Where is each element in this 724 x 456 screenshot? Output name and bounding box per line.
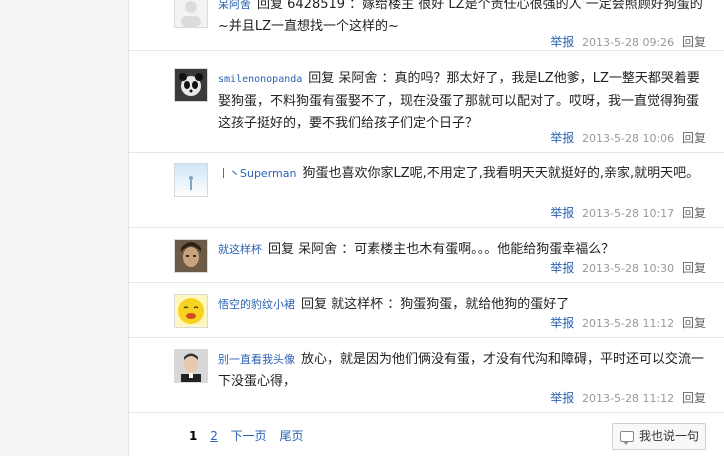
timestamp: 2013-5-28 10:30	[582, 262, 675, 275]
comment-text: 回复 6428519 ：嫁给楼主 很好 LZ是个责任心很强的人 一定会照顾好狗蛋…	[218, 0, 703, 34]
username-link[interactable]: smilenonopanda	[218, 74, 302, 85]
avatar[interactable]	[174, 0, 208, 28]
username-link[interactable]: 就这样杯	[218, 243, 262, 256]
timestamp: 2013-5-28 10:06	[582, 132, 675, 145]
username-link[interactable]: 呆阿舍	[218, 0, 251, 11]
reply-link[interactable]: 回复	[682, 391, 706, 405]
comment-content: 别一直看我头像 放心，就是因为他们俩没有蛋，才没有代沟和障碍，平时还可以交流一下没…	[218, 349, 711, 393]
avatar[interactable]	[174, 349, 208, 383]
avatar[interactable]	[174, 294, 208, 328]
reply-link[interactable]: 回复	[682, 131, 706, 145]
comment-icon	[620, 431, 634, 445]
comment-item: 丨丶Superman 狗蛋也喜欢你家LZ呢,不用定了,我看明天天就挺好的,亲家,就…	[129, 153, 724, 228]
timestamp: 2013-5-28 09:26	[582, 36, 675, 49]
comment-item: 别一直看我头像 放心，就是因为他们俩没有蛋，才没有代沟和障碍，平时还可以交流一下没…	[129, 338, 724, 413]
report-link[interactable]: 举报	[550, 261, 574, 275]
page-2-link[interactable]: 2	[210, 429, 218, 443]
reply-link[interactable]: 回复	[682, 206, 706, 220]
reply-link[interactable]: 回复	[682, 261, 706, 275]
reply-link[interactable]: 回复	[682, 316, 706, 330]
comment-text: 狗蛋也喜欢你家LZ呢,不用定了,我看明天天就挺好的,亲家,就明天吧。	[302, 166, 700, 181]
avatar[interactable]	[174, 163, 208, 197]
comment-meta: 举报 2013-5-28 11:12 回复	[550, 390, 706, 406]
comment-content: 呆阿舍 回复 6428519 ：嫁给楼主 很好 LZ是个责任心很强的人 一定会照顾…	[218, 0, 711, 38]
comment-text: 回复 呆阿舍 ：可素楼主也木有蛋啊。。。他能给狗蛋幸福么？	[268, 242, 615, 257]
page-current: 1	[189, 429, 198, 443]
comment-meta: 举报 2013-5-28 10:06 回复	[550, 130, 706, 146]
comment-content: 就这样杯 回复 呆阿舍 ：可素楼主也木有蛋啊。。。他能给狗蛋幸福么？	[218, 239, 711, 261]
avatar[interactable]	[174, 68, 208, 102]
comment-item: 呆阿舍 回复 6428519 ：嫁给楼主 很好 LZ是个责任心很强的人 一定会照顾…	[129, 0, 724, 51]
comment-item: smilenonopanda 回复 呆阿舍 ：真的吗？那太好了，我是LZ他爹，LZ…	[129, 58, 724, 153]
timestamp: 2013-5-28 11:12	[582, 317, 675, 330]
comment-item: 就这样杯 回复 呆阿舍 ：可素楼主也木有蛋啊。。。他能给狗蛋幸福么？ 举报 201…	[129, 228, 724, 283]
post-comment-label: 我也说一句	[639, 429, 700, 443]
username-link[interactable]: 悟空的豹纹小裙	[218, 298, 295, 311]
next-page-link[interactable]: 下一页	[231, 429, 267, 443]
post-comment-button[interactable]: 我也说一句	[612, 423, 706, 450]
comment-content: 悟空的豹纹小裙 回复 就这样杯 ：狗蛋狗蛋，就给他狗的蛋好了	[218, 294, 711, 316]
report-link[interactable]: 举报	[550, 35, 574, 49]
report-link[interactable]: 举报	[550, 206, 574, 220]
username-link[interactable]: 丨丶Superman	[218, 167, 296, 180]
comment-text: 回复 就这样杯 ：狗蛋狗蛋，就给他狗的蛋好了	[301, 297, 570, 312]
last-page-link[interactable]: 尾页	[280, 429, 304, 443]
comment-meta: 举报 2013-5-28 10:17 回复	[550, 205, 706, 221]
comment-content: smilenonopanda 回复 呆阿舍 ：真的吗？那太好了，我是LZ他爹，LZ…	[218, 68, 711, 135]
comment-meta: 举报 2013-5-28 10:30 回复	[550, 260, 706, 276]
comment-thread: 呆阿舍 回复 6428519 ：嫁给楼主 很好 LZ是个责任心很强的人 一定会照顾…	[128, 0, 724, 456]
report-link[interactable]: 举报	[550, 316, 574, 330]
report-link[interactable]: 举报	[550, 391, 574, 405]
timestamp: 2013-5-28 10:17	[582, 207, 675, 220]
comment-meta: 举报 2013-5-28 09:26 回复	[550, 34, 706, 50]
reply-link[interactable]: 回复	[682, 35, 706, 49]
pagination: 1 2 下一页 尾页	[189, 427, 313, 445]
comment-content: 丨丶Superman 狗蛋也喜欢你家LZ呢,不用定了,我看明天天就挺好的,亲家,就…	[218, 163, 711, 185]
timestamp: 2013-5-28 11:12	[582, 392, 675, 405]
avatar[interactable]	[174, 239, 208, 273]
report-link[interactable]: 举报	[550, 131, 574, 145]
comment-meta: 举报 2013-5-28 11:12 回复	[550, 315, 706, 331]
comment-item: 悟空的豹纹小裙 回复 就这样杯 ：狗蛋狗蛋，就给他狗的蛋好了 举报 2013-5-…	[129, 283, 724, 338]
username-link[interactable]: 别一直看我头像	[218, 353, 295, 366]
